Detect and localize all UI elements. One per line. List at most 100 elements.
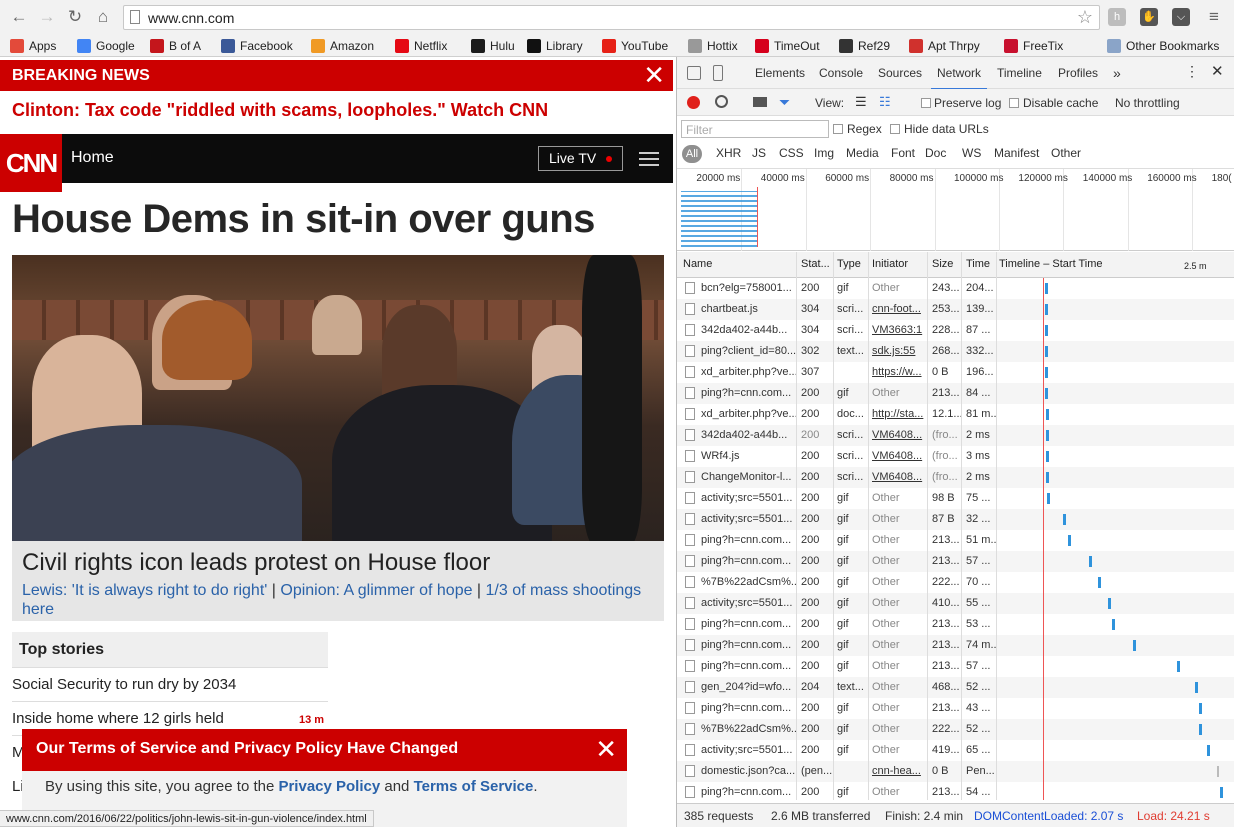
hero-photo[interactable] — [12, 255, 664, 541]
disable-cache-checkbox[interactable] — [1009, 98, 1019, 108]
column-header[interactable]: Stat... — [801, 258, 830, 270]
table-row[interactable]: bcn?elg=758001... 200 gif Other 243... 204... — [677, 278, 1234, 299]
column-header[interactable]: 2.5 m — [1184, 261, 1207, 271]
table-row[interactable]: ping?h=cnn.com... 200 gif Other 213... 57 ... — [677, 656, 1234, 677]
pocket-icon[interactable]: ⌵ — [1172, 8, 1190, 26]
story-item[interactable]: Social Security to run dry by 2034 — [12, 668, 328, 702]
address-bar[interactable]: www.cnn.com ☆ — [123, 5, 1100, 30]
table-row[interactable]: %7B%22adCsm%... 200 gif Other 222... 70 ... — [677, 572, 1234, 593]
column-header[interactable]: Timeline – Start Time — [999, 258, 1103, 270]
tab-timeline[interactable]: Timeline — [997, 66, 1042, 80]
url-text[interactable]: www.cnn.com — [148, 10, 234, 26]
forward-icon[interactable]: → — [36, 6, 58, 28]
extension-h-icon[interactable]: h — [1108, 8, 1126, 26]
table-row[interactable]: ping?h=cnn.com... 200 gif Other 213... 53 ... — [677, 614, 1234, 635]
filter-type-img[interactable]: Img — [814, 146, 834, 160]
filter-type-js[interactable]: JS — [752, 146, 766, 160]
reload-icon[interactable]: ↻ — [64, 6, 86, 28]
bookmark-b-of-a[interactable]: B of A — [150, 38, 201, 54]
nav-home[interactable]: Home — [71, 149, 114, 167]
table-row[interactable]: ChangeMonitor-l... 200 scri... VM6408... (fr… — [677, 467, 1234, 488]
story-title[interactable]: Social Security to run dry by 2034 — [12, 676, 236, 693]
large-rows-icon[interactable]: ☰ — [855, 94, 867, 110]
bookmark-apps[interactable]: Apps — [10, 38, 56, 54]
bookmark-freetix[interactable]: FreeTix — [1004, 38, 1063, 54]
column-header[interactable]: Size — [932, 258, 953, 270]
table-row[interactable]: ping?client_id=80... 302 text... sdk.js:55 2… — [677, 341, 1234, 362]
bookmark-youtube[interactable]: YouTube — [602, 38, 668, 54]
table-row[interactable]: activity;src=5501... 200 gif Other 419... 65 … — [677, 740, 1234, 761]
bookmark-google[interactable]: Google — [77, 38, 135, 54]
bookmark-star-icon[interactable]: ☆ — [1077, 7, 1093, 28]
preserve-log-checkbox[interactable] — [921, 98, 931, 108]
bookmark-apt-thrpy[interactable]: Apt Thrpy — [909, 38, 980, 54]
cnn-logo[interactable]: CNN — [0, 134, 62, 192]
bookmark-library[interactable]: Library — [527, 38, 583, 54]
table-row[interactable]: %7B%22adCsm%... 200 gif Other 222... 52 ... — [677, 719, 1234, 740]
table-row[interactable]: chartbeat.js 304 scri... cnn-foot... 253... 1… — [677, 299, 1234, 320]
table-row[interactable]: ping?h=cnn.com... 200 gif Other 213... 54 ... — [677, 782, 1234, 800]
tab-elements[interactable]: Elements — [755, 66, 805, 80]
main-headline[interactable]: House Dems in sit-in over guns — [12, 197, 595, 242]
kebab-menu-icon[interactable]: ⋮ — [1185, 63, 1199, 80]
table-row[interactable]: domestic.json?ca... (pen... cnn-hea... 0 B P… — [677, 761, 1234, 782]
throttling-select[interactable]: No throttling — [1115, 96, 1180, 110]
table-row[interactable]: activity;src=5501... 200 gif Other 98 B 75 ..… — [677, 488, 1234, 509]
table-row[interactable]: 342da402-a44b... 304 scri... VM3663:1 228...… — [677, 320, 1234, 341]
filter-type-other[interactable]: Other — [1051, 146, 1081, 160]
caption-title[interactable]: Civil rights icon leads protest on House… — [22, 549, 490, 577]
overview-icon[interactable]: ☷ — [879, 94, 891, 110]
filter-type-manifest[interactable]: Manifest — [994, 146, 1039, 160]
column-header[interactable]: Initiator — [872, 258, 908, 270]
home-icon[interactable]: ⌂ — [92, 6, 114, 28]
column-header[interactable]: Name — [683, 258, 712, 270]
hide-data-urls-checkbox[interactable] — [890, 124, 900, 134]
tab-network[interactable]: Network — [937, 66, 981, 80]
table-row[interactable]: ping?h=cnn.com... 200 gif Other 213... 84 ... — [677, 383, 1234, 404]
more-tabs-icon[interactable]: » — [1113, 65, 1121, 81]
record-icon[interactable] — [687, 96, 700, 109]
network-overview[interactable]: 20000 ms 40000 ms 60000 ms 80000 ms 100000 m… — [677, 169, 1234, 251]
bookmark-facebook[interactable]: Facebook — [221, 38, 293, 54]
table-row[interactable]: ping?h=cnn.com... 200 gif Other 213... 74 m..… — [677, 635, 1234, 656]
hamburger-menu-icon[interactable] — [639, 152, 659, 166]
tab-profiles[interactable]: Profiles — [1058, 66, 1098, 80]
table-row[interactable]: xd_arbiter.php?ve... 200 doc... http://sta.… — [677, 404, 1234, 425]
chrome-menu-icon[interactable]: ≡ — [1203, 6, 1225, 28]
close-icon[interactable]: ✕ — [643, 61, 665, 89]
filter-type-media[interactable]: Media — [846, 146, 879, 160]
table-row[interactable]: ping?h=cnn.com... 200 gif Other 213... 51 m..… — [677, 530, 1234, 551]
table-row[interactable]: activity;src=5501... 200 gif Other 410... 55 … — [677, 593, 1234, 614]
terms-of-service-link[interactable]: Terms of Service — [414, 778, 534, 795]
extension-hand-icon[interactable]: ✋ — [1140, 8, 1158, 26]
bookmark-timeout[interactable]: TimeOut — [755, 38, 820, 54]
filter-funnel-icon[interactable]: ⏷ — [779, 94, 790, 111]
filter-type-all[interactable]: All — [682, 145, 702, 163]
filter-input[interactable]: Filter — [681, 120, 829, 138]
tab-console[interactable]: Console — [819, 66, 863, 80]
table-row[interactable]: 342da402-a44b... 200 scri... VM6408... (fro.… — [677, 425, 1234, 446]
clear-icon[interactable] — [715, 95, 728, 108]
inspect-element-icon[interactable] — [687, 66, 701, 80]
regex-checkbox[interactable] — [833, 124, 843, 134]
device-mode-icon[interactable] — [713, 65, 723, 81]
column-header[interactable]: Time — [966, 258, 990, 270]
table-row[interactable]: gen_204?id=wfo... 204 text... Other 468... 52… — [677, 677, 1234, 698]
table-row[interactable]: ping?h=cnn.com... 200 gif Other 213... 43 ... — [677, 698, 1234, 719]
privacy-policy-link[interactable]: Privacy Policy — [278, 778, 380, 795]
column-header[interactable]: Type — [837, 258, 861, 270]
story-title[interactable]: Inside home where 12 girls held — [12, 710, 224, 727]
close-icon[interactable]: ✕ — [595, 734, 617, 765]
tab-sources[interactable]: Sources — [878, 66, 922, 80]
live-tv-button[interactable]: Live TV — [538, 146, 623, 171]
filter-type-ws[interactable]: WS — [962, 146, 981, 160]
filter-type-font[interactable]: Font — [891, 146, 915, 160]
filter-type-xhr[interactable]: XHR — [716, 146, 741, 160]
table-row[interactable]: WRf4.js 200 scri... VM6408... (fro... 3 ms — [677, 446, 1234, 467]
table-row[interactable]: xd_arbiter.php?ve... 307 https://w... 0 B 19… — [677, 362, 1234, 383]
bookmark-hulu[interactable]: Hulu — [471, 38, 515, 54]
bookmark-amazon[interactable]: Amazon — [311, 38, 374, 54]
table-row[interactable]: ping?h=cnn.com... 200 gif Other 213... 57 ... — [677, 551, 1234, 572]
camera-icon[interactable] — [753, 97, 767, 107]
close-devtools-icon[interactable]: ✕ — [1211, 62, 1224, 80]
